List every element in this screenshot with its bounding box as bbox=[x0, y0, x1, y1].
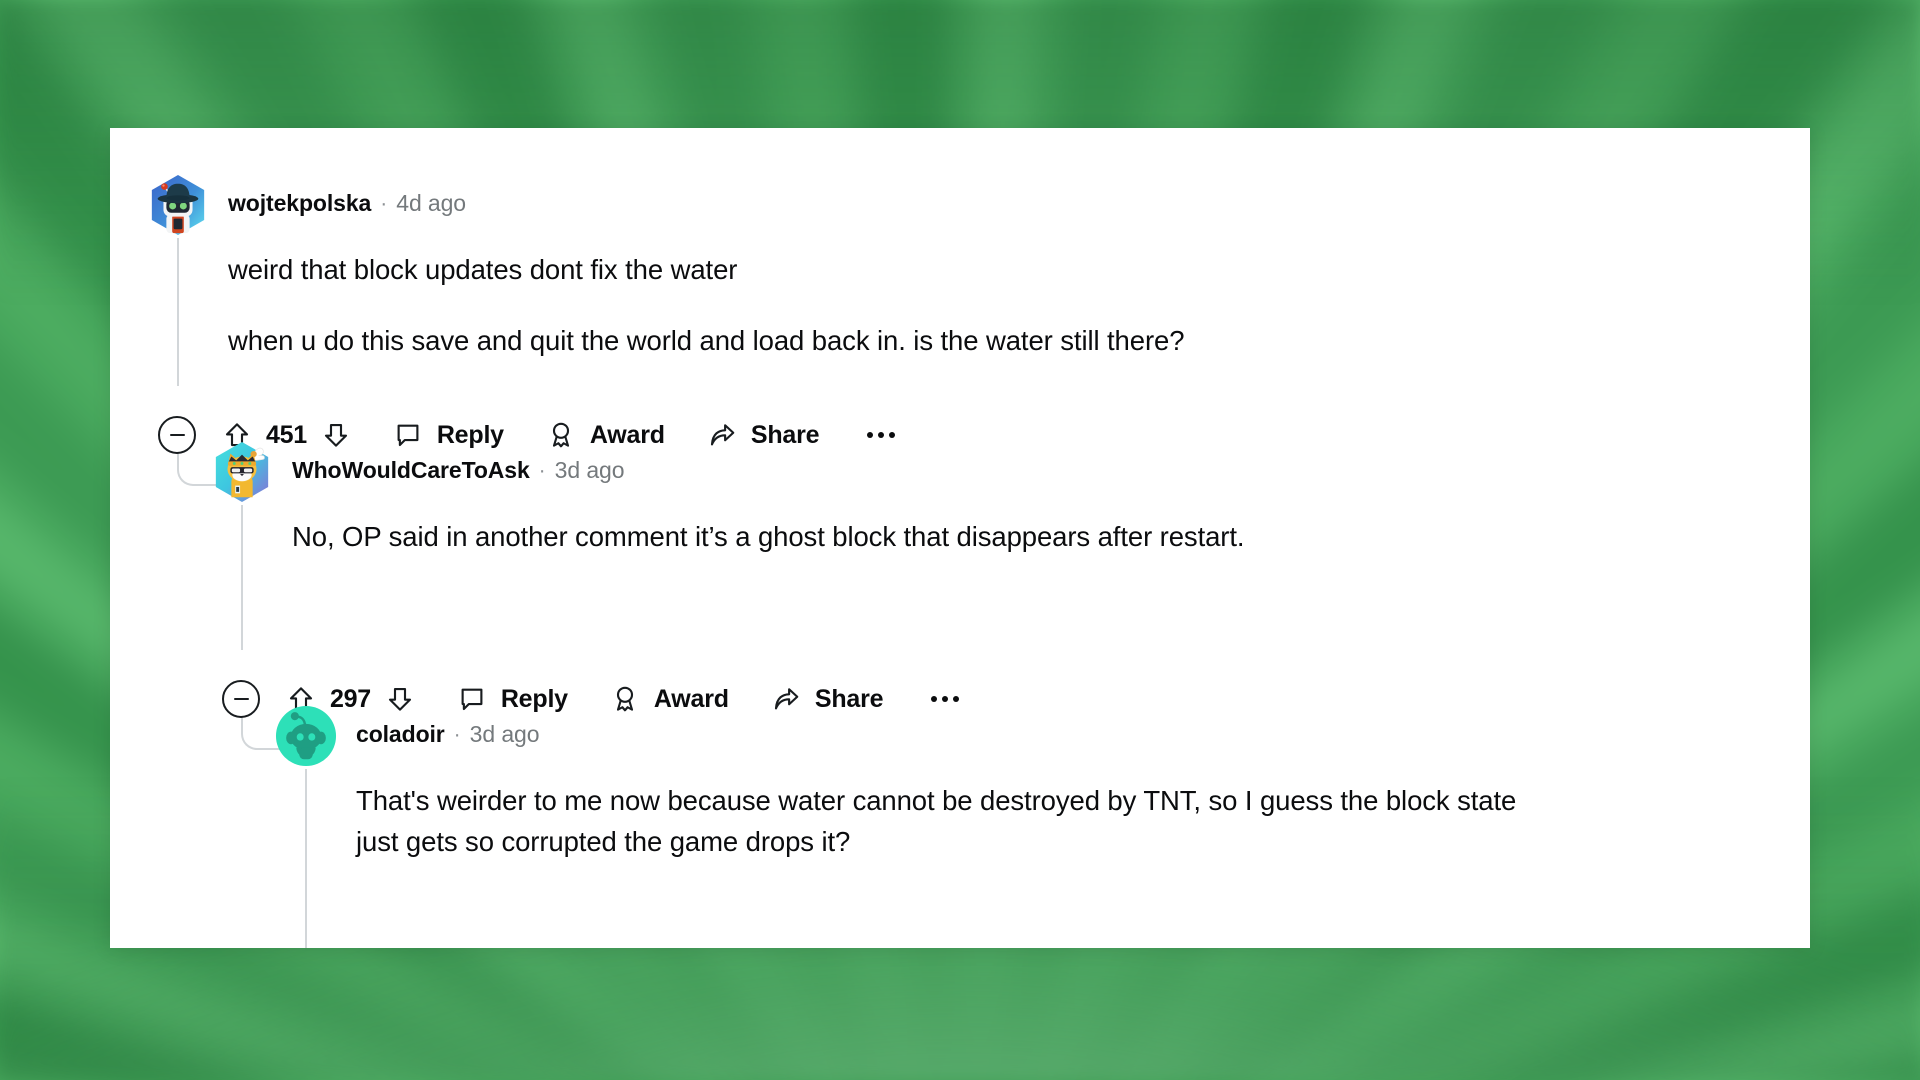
more-options-dot bbox=[889, 432, 896, 438]
award-ribbon-icon bbox=[552, 422, 569, 448]
minus-icon bbox=[169, 433, 185, 437]
avatar[interactable] bbox=[147, 174, 209, 236]
reply-label: Reply bbox=[500, 684, 568, 713]
downvote-arrow-icon[interactable] bbox=[385, 684, 415, 714]
comment-author[interactable]: coladoir bbox=[356, 721, 445, 748]
comment-paragraph: weird that block updates dont fix the wa… bbox=[228, 254, 738, 285]
comment-body: That's weirder to me now because water c… bbox=[356, 781, 1531, 862]
meta-separator: · bbox=[538, 458, 546, 482]
more-options-dot bbox=[867, 432, 874, 438]
reply-button[interactable]: Reply bbox=[457, 684, 568, 714]
thread-line-depth-2[interactable] bbox=[305, 769, 307, 948]
comment-bubble-icon bbox=[461, 688, 483, 711]
reply-label: Reply bbox=[436, 420, 504, 449]
downvote-arrow-icon[interactable] bbox=[321, 420, 351, 450]
comment-header: coladoir · 3d ago bbox=[356, 721, 540, 748]
comment-paragraph: That's weirder to me now because water c… bbox=[356, 785, 1517, 857]
award-button[interactable]: Award bbox=[610, 684, 729, 714]
minus-icon bbox=[233, 697, 249, 701]
share-arrow-icon bbox=[710, 424, 735, 446]
share-button[interactable]: Share bbox=[707, 420, 820, 450]
share-button[interactable]: Share bbox=[771, 684, 884, 714]
more-options-button[interactable] bbox=[929, 690, 961, 708]
more-options-dot bbox=[942, 696, 949, 702]
comment-paragraph: when u do this save and quit the world a… bbox=[228, 324, 1185, 356]
award-ribbon-icon bbox=[616, 686, 633, 712]
more-options-dot bbox=[931, 696, 938, 702]
award-label: Award bbox=[589, 420, 665, 449]
comment-timestamp[interactable]: 3d ago bbox=[470, 721, 540, 748]
comment-thread-card: wojtekpolska · 4d ago weird that block u… bbox=[110, 128, 1810, 948]
comment-timestamp[interactable]: 3d ago bbox=[555, 457, 625, 484]
avatar[interactable] bbox=[275, 705, 337, 767]
comment-header: wojtekpolska · 4d ago bbox=[228, 190, 466, 217]
comment-paragraph: No, OP said in another comment it’s a gh… bbox=[292, 521, 1245, 552]
more-options-dot bbox=[953, 696, 960, 702]
more-options-button[interactable] bbox=[865, 426, 897, 444]
collapse-thread-button[interactable] bbox=[158, 416, 196, 454]
share-arrow-icon bbox=[774, 688, 799, 710]
comment-author[interactable]: WhoWouldCareToAsk bbox=[292, 457, 530, 484]
thread-line-depth-1[interactable] bbox=[241, 505, 243, 650]
award-button[interactable]: Award bbox=[546, 420, 665, 450]
comment-bubble-icon bbox=[397, 424, 419, 447]
avatar[interactable] bbox=[211, 441, 273, 503]
share-label: Share bbox=[814, 684, 884, 713]
meta-separator: · bbox=[453, 722, 461, 746]
collapse-thread-button[interactable] bbox=[222, 680, 260, 718]
snoo-fedora-avatar-icon bbox=[151, 174, 205, 236]
award-label: Award bbox=[653, 684, 729, 713]
comment-author[interactable]: wojtekpolska bbox=[228, 190, 371, 217]
thread-line-depth-0[interactable] bbox=[177, 238, 179, 386]
comment-timestamp[interactable]: 4d ago bbox=[396, 190, 466, 217]
reply-button[interactable]: Reply bbox=[393, 420, 504, 450]
comment-body: weird that block updates dont fix the wa… bbox=[228, 250, 1648, 361]
more-options-dot bbox=[878, 432, 885, 438]
snoo-default-teal-avatar-icon bbox=[275, 705, 337, 767]
share-label: Share bbox=[750, 420, 820, 449]
comment-body: No, OP said in another comment it’s a gh… bbox=[292, 517, 1692, 558]
snoo-cat-sunglasses-avatar-icon bbox=[215, 441, 269, 503]
meta-separator: · bbox=[380, 191, 388, 215]
comment-header: WhoWouldCareToAsk · 3d ago bbox=[292, 457, 625, 484]
